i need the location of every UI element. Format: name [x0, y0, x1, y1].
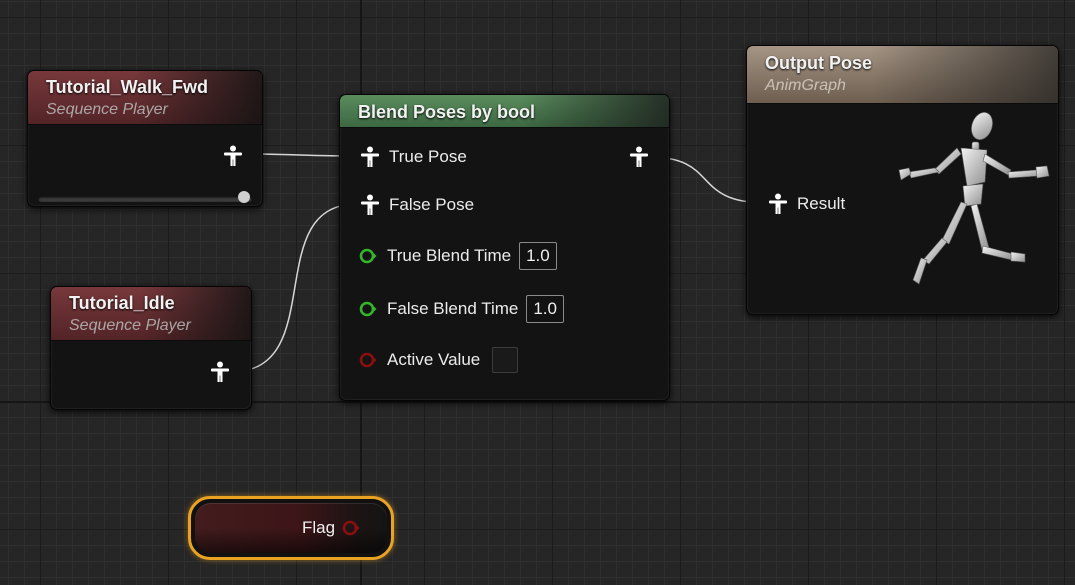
node-walk-sequence-player[interactable]: Tutorial_Walk_Fwd Sequence Player — [27, 70, 263, 207]
false-blend-time-pin[interactable]: False Blend Time 1.0 — [359, 295, 564, 323]
pin-label: True Pose — [389, 147, 467, 166]
node-header[interactable]: Tutorial_Walk_Fwd Sequence Player — [28, 71, 262, 125]
true-pose-pin[interactable]: True Pose — [359, 146, 467, 168]
bool-pin-icon — [359, 351, 377, 369]
node-title: Tutorial_Walk_Fwd — [46, 77, 209, 97]
walk-output-pose-pin[interactable] — [222, 145, 244, 167]
pose-icon — [767, 193, 789, 215]
pin-label: Active Value — [387, 350, 481, 369]
blend-output-pose-pin[interactable] — [628, 146, 650, 168]
flag-variable-node[interactable] — [188, 496, 394, 560]
float-pin-icon — [359, 247, 377, 265]
result-pose-pin[interactable]: Result — [767, 193, 845, 215]
node-idle-sequence-player[interactable]: Tutorial_Idle Sequence Player — [50, 286, 252, 410]
slider-handle[interactable] — [238, 191, 250, 203]
node-subtitle: Sequence Player — [46, 101, 168, 118]
pose-icon — [359, 194, 381, 216]
idle-output-pose-pin[interactable] — [209, 361, 231, 383]
pose-icon — [209, 361, 231, 383]
node-subtitle: Sequence Player — [69, 317, 191, 334]
node-title: Output Pose — [765, 53, 872, 73]
pose-icon — [222, 145, 244, 167]
flag-label: Flag — [302, 518, 336, 537]
node-header[interactable]: Tutorial_Idle Sequence Player — [51, 287, 251, 341]
float-pin-icon — [359, 300, 377, 318]
bool-pin-icon[interactable] — [342, 519, 360, 537]
node-header[interactable]: Output Pose AnimGraph — [747, 46, 1058, 104]
pin-label: Result — [797, 194, 846, 213]
node-title: Tutorial_Idle — [69, 293, 175, 313]
true-blend-time-pin[interactable]: True Blend Time 1.0 — [359, 242, 557, 270]
false-blend-time-input[interactable]: 1.0 — [526, 295, 564, 323]
pose-icon — [628, 146, 650, 168]
node-subtitle: AnimGraph — [765, 77, 846, 94]
mannequin-running-icon — [887, 104, 1057, 294]
node-title: Blend Poses by bool — [358, 102, 536, 122]
node-header[interactable]: Blend Poses by bool — [340, 95, 669, 128]
pin-label: False Blend Time — [387, 299, 519, 318]
pin-label: True Blend Time — [387, 246, 512, 265]
node-output-pose[interactable]: Output Pose AnimGraph Result — [746, 45, 1059, 315]
active-value-checkbox[interactable] — [492, 347, 519, 373]
active-value-pin[interactable]: Active Value — [359, 347, 519, 373]
node-blend-poses-by-bool[interactable]: Blend Poses by bool True Pose False Pose… — [339, 94, 670, 401]
pin-label: False Pose — [389, 195, 475, 214]
false-pose-pin[interactable]: False Pose — [359, 194, 474, 216]
play-rate-slider[interactable] — [38, 196, 252, 202]
true-blend-time-input[interactable]: 1.0 — [519, 242, 557, 270]
pose-icon — [359, 146, 381, 168]
